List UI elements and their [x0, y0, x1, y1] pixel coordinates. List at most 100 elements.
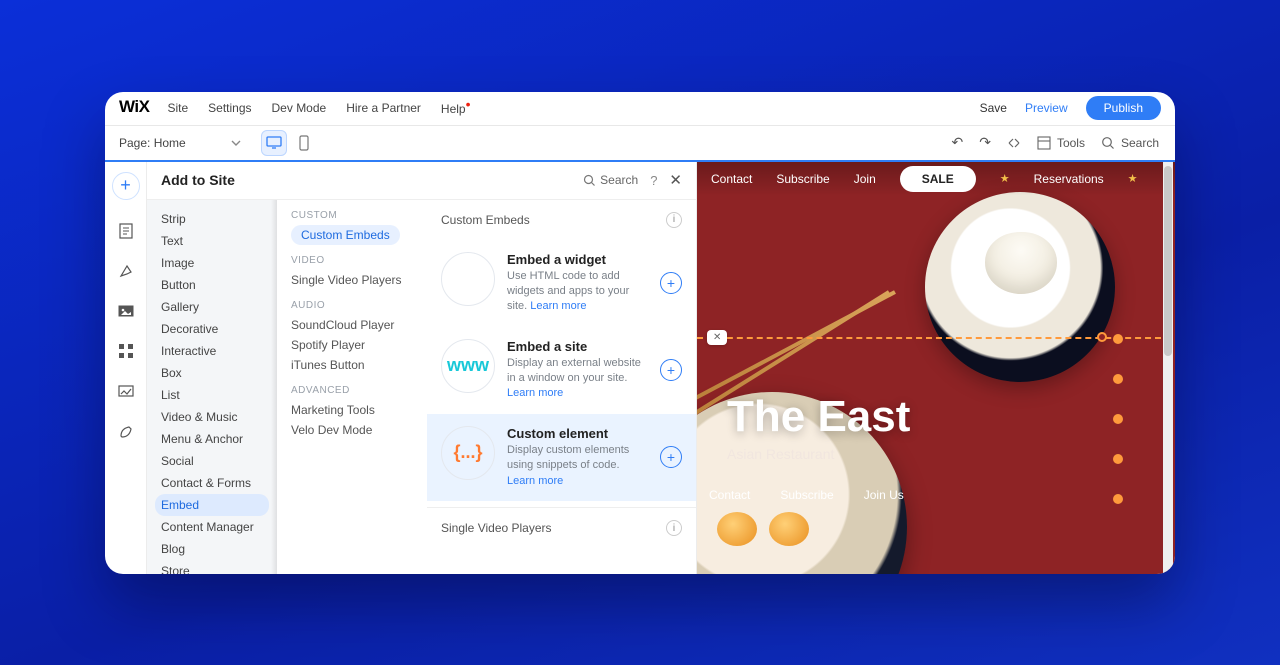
category-social[interactable]: Social — [147, 450, 277, 472]
learn-more-link[interactable]: Learn more — [530, 300, 586, 312]
search-icon — [1101, 136, 1115, 150]
section-close-tag[interactable]: ✕ — [707, 330, 727, 345]
category-contact-forms[interactable]: Contact & Forms — [147, 472, 277, 494]
subcat-item[interactable]: Marketing Tools — [291, 400, 413, 420]
editor-guide-line[interactable] — [697, 337, 1161, 339]
hero-title[interactable]: The East — [727, 392, 910, 442]
tools-menu[interactable]: Tools — [1037, 136, 1085, 150]
add-embed-button[interactable]: + — [660, 272, 682, 294]
search-editor[interactable]: Search — [1101, 136, 1159, 150]
zoom-out-button[interactable] — [1007, 136, 1021, 150]
rail-pages-icon[interactable] — [117, 222, 135, 240]
publish-button[interactable]: Publish — [1086, 96, 1161, 120]
embed-card-icon: www — [441, 339, 495, 393]
hero-image-egg — [769, 512, 809, 546]
subcat-item[interactable]: Spotify Player — [291, 335, 413, 355]
embed-card[interactable]: Embed a widgetUse HTML code to add widge… — [427, 240, 696, 327]
panel-category-list[interactable]: StripTextImageButtonGalleryDecorativeInt… — [147, 200, 277, 574]
editor-resize-handle[interactable] — [1097, 332, 1107, 342]
subcat-head: ADVANCED — [291, 385, 413, 396]
rail-apps-icon[interactable] — [117, 342, 135, 360]
mobile-view-button[interactable] — [291, 130, 317, 156]
category-blog[interactable]: Blog — [147, 538, 277, 560]
category-decorative[interactable]: Decorative — [147, 318, 277, 340]
category-store[interactable]: Store — [147, 560, 277, 574]
site-nav-subscribe[interactable]: Subscribe — [776, 172, 829, 186]
preview-link[interactable]: Preview — [1025, 101, 1068, 115]
category-embed[interactable]: Embed — [155, 494, 269, 516]
editor-anchor-dot[interactable] — [1113, 454, 1123, 464]
info-icon[interactable]: i — [666, 212, 682, 228]
subcat-item[interactable]: Custom Embeds — [291, 225, 400, 245]
rail-image-icon[interactable] — [117, 382, 135, 400]
add-embed-button[interactable]: + — [660, 359, 682, 381]
panel-help-button[interactable]: ? — [650, 173, 657, 188]
category-interactive[interactable]: Interactive — [147, 340, 277, 362]
category-video-music[interactable]: Video & Music — [147, 406, 277, 428]
undo-button[interactable]: ↶ — [951, 134, 963, 151]
menu-help[interactable]: Help• — [441, 100, 471, 116]
category-button[interactable]: Button — [147, 274, 277, 296]
save-link[interactable]: Save — [980, 101, 1007, 115]
category-text[interactable]: Text — [147, 230, 277, 252]
panel-next-section-title: Single Video Players — [441, 521, 552, 535]
category-list[interactable]: List — [147, 384, 277, 406]
category-content-manager[interactable]: Content Manager — [147, 516, 277, 538]
category-box[interactable]: Box — [147, 362, 277, 384]
rail-blog-icon[interactable] — [117, 422, 135, 440]
page-selector[interactable]: Page: Home — [105, 136, 255, 150]
add-element-button[interactable]: + — [112, 172, 140, 200]
scrollbar-thumb[interactable] — [1164, 166, 1172, 356]
learn-more-link[interactable]: Learn more — [507, 475, 563, 487]
info-icon[interactable]: i — [666, 520, 682, 536]
desktop-view-button[interactable] — [261, 130, 287, 156]
editor-body: + Add to Site Search ? ✕ — [105, 162, 1175, 574]
search-icon — [583, 174, 596, 187]
category-image[interactable]: Image — [147, 252, 277, 274]
embed-card-icon: {...} — [441, 426, 495, 480]
menu-site[interactable]: Site — [167, 101, 188, 115]
subcat-head: VIDEO — [291, 255, 413, 266]
subnav-subscribe[interactable]: Subscribe — [780, 488, 833, 502]
site-nav-contact[interactable]: Contact — [711, 172, 752, 186]
subnav-contact[interactable]: Contact — [709, 488, 750, 502]
menu-dev-mode[interactable]: Dev Mode — [272, 101, 327, 115]
rail-media-icon[interactable] — [117, 302, 135, 320]
site-nav-sale-button[interactable]: SALE — [900, 166, 976, 192]
panel-search[interactable]: Search — [583, 173, 638, 187]
category-strip[interactable]: Strip — [147, 208, 277, 230]
learn-more-link[interactable]: Learn more — [507, 387, 563, 399]
rail-design-icon[interactable] — [117, 262, 135, 280]
canvas-scrollbar[interactable] — [1163, 162, 1173, 574]
category-gallery[interactable]: Gallery — [147, 296, 277, 318]
app-window: WiX Site Settings Dev Mode Hire a Partne… — [105, 92, 1175, 574]
subcat-item[interactable]: Single Video Players — [291, 270, 413, 290]
menu-hire-partner[interactable]: Hire a Partner — [346, 101, 421, 115]
embed-card-title: Embed a widget — [507, 252, 648, 267]
embed-card-desc: Display custom elements using snippets o… — [507, 443, 648, 489]
redo-button[interactable]: ↷ — [979, 134, 991, 151]
subcat-item[interactable]: SoundCloud Player — [291, 315, 413, 335]
add-embed-button[interactable]: + — [660, 446, 682, 468]
panel-close-button[interactable]: ✕ — [669, 171, 682, 189]
editor-anchor-dot[interactable] — [1113, 414, 1123, 424]
panel-search-label: Search — [600, 173, 638, 187]
panel-title: Add to Site — [161, 172, 235, 188]
subcat-item[interactable]: Velo Dev Mode — [291, 420, 413, 440]
editor-anchor-dot[interactable] — [1113, 334, 1123, 344]
subnav-join[interactable]: Join Us — [864, 488, 904, 502]
editor-anchor-dot[interactable] — [1113, 494, 1123, 504]
chevron-down-icon — [231, 140, 241, 146]
editor-canvas[interactable]: Contact Subscribe Join SALE ★ Reservatio… — [697, 162, 1175, 574]
site-nav-reservations[interactable]: Reservations — [1034, 172, 1104, 186]
site-nav-join[interactable]: Join — [854, 172, 876, 186]
hero-subtitle[interactable]: Asian Restaurant — [727, 446, 834, 462]
embed-card[interactable]: {...}Custom elementDisplay custom elemen… — [427, 414, 696, 501]
subcat-item[interactable]: iTunes Button — [291, 355, 413, 375]
editor-anchor-dot[interactable] — [1113, 374, 1123, 384]
star-icon: ★ — [1128, 172, 1138, 185]
category-menu-anchor[interactable]: Menu & Anchor — [147, 428, 277, 450]
menu-settings[interactable]: Settings — [208, 101, 251, 115]
hero-image-dumpling — [985, 232, 1057, 294]
embed-card[interactable]: wwwEmbed a siteDisplay an external websi… — [427, 327, 696, 414]
